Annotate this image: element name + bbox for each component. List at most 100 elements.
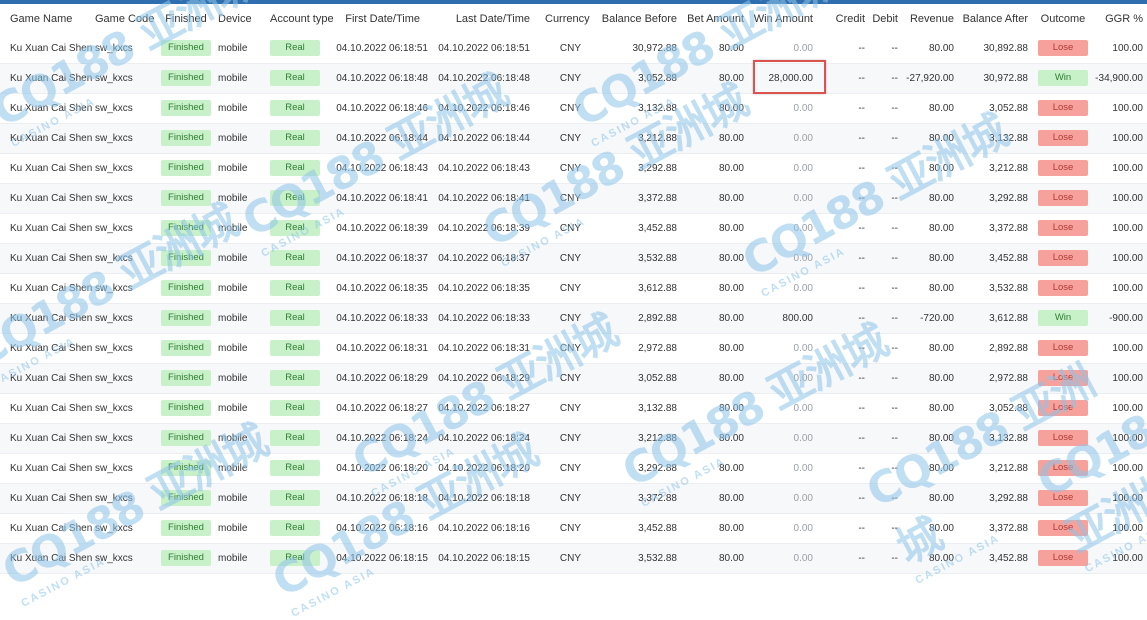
- cell-device: mobile: [218, 124, 258, 154]
- cell-credit: --: [835, 274, 865, 304]
- column-header-ggr[interactable]: GGR %: [1090, 4, 1143, 34]
- cell-game: Ku Xuan Cai Shen: [10, 214, 92, 244]
- cell-credit: --: [835, 124, 865, 154]
- ggr-value: 100.00: [1112, 253, 1143, 264]
- outcome-badge: Lose: [1038, 430, 1088, 447]
- revenue-value: 80.00: [928, 253, 954, 264]
- cell-first: 04.10.2022 06:18:20: [330, 454, 428, 484]
- status-badge: Finished: [161, 490, 211, 507]
- cell-device: mobile: [218, 274, 258, 304]
- table-row[interactable]: Ku Xuan Cai Shen sw_kxcs Finished mobile Rea…: [0, 364, 1147, 394]
- cell-win: 0.00: [750, 214, 813, 244]
- cell-account: Real: [270, 514, 320, 544]
- cell-currency: CNY: [545, 424, 581, 454]
- column-header-game[interactable]: Game Name: [10, 4, 90, 34]
- ggr-value: 100.00: [1112, 133, 1143, 144]
- table-row[interactable]: Ku Xuan Cai Shen sw_kxcs Finished mobile Rea…: [0, 424, 1147, 454]
- status-badge: Finished: [161, 40, 211, 57]
- first-value: 04.10.2022 06:18:18: [336, 493, 428, 504]
- cell-after: 3,452.88: [958, 544, 1028, 574]
- cell-outcome: Lose: [1038, 94, 1088, 124]
- table-row[interactable]: Ku Xuan Cai Shen sw_kxcs Finished mobile Rea…: [0, 334, 1147, 364]
- cell-code: sw_kxcs: [95, 274, 155, 304]
- column-header-bet[interactable]: Bet Amount: [686, 4, 744, 34]
- table-row[interactable]: Ku Xuan Cai Shen sw_kxcs Finished mobile Rea…: [0, 64, 1147, 94]
- column-header-first[interactable]: First Date/Time: [320, 4, 420, 34]
- cell-revenue: 80.00: [900, 454, 954, 484]
- cell-game: Ku Xuan Cai Shen: [10, 424, 92, 454]
- cell-credit: --: [835, 544, 865, 574]
- outcome-badge: Lose: [1038, 100, 1088, 117]
- currency-value: CNY: [559, 553, 581, 564]
- account-badge: Real: [270, 280, 320, 297]
- column-header-code[interactable]: Game Code: [95, 4, 155, 34]
- outcome-badge: Lose: [1038, 370, 1088, 387]
- table-row[interactable]: Ku Xuan Cai Shen sw_kxcs Finished mobile Rea…: [0, 514, 1147, 544]
- table-row[interactable]: Ku Xuan Cai Shen sw_kxcs Finished mobile Rea…: [0, 214, 1147, 244]
- column-header-last[interactable]: Last Date/Time: [435, 4, 530, 34]
- table-row[interactable]: Ku Xuan Cai Shen sw_kxcs Finished mobile Rea…: [0, 184, 1147, 214]
- after-value: 3,212.88: [989, 163, 1028, 174]
- cell-credit: --: [835, 64, 865, 94]
- table-row[interactable]: Ku Xuan Cai Shen sw_kxcs Finished mobile Rea…: [0, 244, 1147, 274]
- game-value: Ku Xuan Cai Shen: [10, 253, 93, 264]
- cell-revenue: 80.00: [900, 394, 954, 424]
- column-header-account[interactable]: Account type: [270, 4, 334, 34]
- cell-first: 04.10.2022 06:18:37: [330, 244, 428, 274]
- cell-last: 04.10.2022 06:18:16: [435, 514, 530, 544]
- table-row[interactable]: Ku Xuan Cai Shen sw_kxcs Finished mobile Rea…: [0, 154, 1147, 184]
- last-value: 04.10.2022 06:18:18: [438, 493, 530, 504]
- table-row[interactable]: Ku Xuan Cai Shen sw_kxcs Finished mobile Rea…: [0, 454, 1147, 484]
- column-header-currency[interactable]: Currency: [545, 4, 590, 34]
- column-header-credit[interactable]: Credit: [835, 4, 865, 34]
- before-value: 3,532.88: [638, 553, 677, 564]
- cell-currency: CNY: [545, 274, 581, 304]
- cell-outcome: Lose: [1038, 514, 1088, 544]
- column-header-revenue[interactable]: Revenue: [900, 4, 954, 34]
- table-row[interactable]: Ku Xuan Cai Shen sw_kxcs Finished mobile Rea…: [0, 484, 1147, 514]
- table-row[interactable]: Ku Xuan Cai Shen sw_kxcs Finished mobile Rea…: [0, 94, 1147, 124]
- cell-win: 0.00: [750, 394, 813, 424]
- cell-last: 04.10.2022 06:18:43: [435, 154, 530, 184]
- first-value: 04.10.2022 06:18:35: [336, 283, 428, 294]
- currency-value: CNY: [559, 193, 581, 204]
- before-value: 30,972.88: [632, 43, 678, 54]
- last-value: 04.10.2022 06:18:15: [438, 553, 530, 564]
- table-row[interactable]: Ku Xuan Cai Shen sw_kxcs Finished mobile Rea…: [0, 394, 1147, 424]
- cell-account: Real: [270, 454, 320, 484]
- cell-code: sw_kxcs: [95, 34, 155, 64]
- table-row[interactable]: Ku Xuan Cai Shen sw_kxcs Finished mobile Rea…: [0, 124, 1147, 154]
- table-row[interactable]: Ku Xuan Cai Shen sw_kxcs Finished mobile Rea…: [0, 34, 1147, 64]
- table-row[interactable]: Ku Xuan Cai Shen sw_kxcs Finished mobile Rea…: [0, 274, 1147, 304]
- cell-before: 3,132.88: [600, 94, 677, 124]
- cell-game: Ku Xuan Cai Shen: [10, 124, 92, 154]
- code-value: sw_kxcs: [95, 433, 133, 444]
- credit-value: --: [858, 373, 865, 384]
- cell-status: Finished: [161, 124, 211, 154]
- cell-after: 3,372.88: [958, 214, 1028, 244]
- column-header-status[interactable]: Finished: [161, 4, 211, 34]
- column-header-device[interactable]: Device: [218, 4, 258, 34]
- column-header-win[interactable]: Win Amount: [750, 4, 813, 34]
- cell-ggr: 100.00: [1090, 244, 1143, 274]
- table-row[interactable]: Ku Xuan Cai Shen sw_kxcs Finished mobile Rea…: [0, 304, 1147, 334]
- first-value: 04.10.2022 06:18:33: [336, 313, 428, 324]
- column-header-outcome[interactable]: Outcome: [1038, 4, 1088, 34]
- cell-account: Real: [270, 544, 320, 574]
- before-value: 3,212.88: [638, 433, 677, 444]
- cell-ggr: 100.00: [1090, 484, 1143, 514]
- cell-code: sw_kxcs: [95, 214, 155, 244]
- column-header-after[interactable]: Balance After: [958, 4, 1028, 34]
- account-badge: Real: [270, 340, 320, 357]
- ggr-value: 100.00: [1112, 403, 1143, 414]
- column-header-debit[interactable]: Debit: [868, 4, 898, 34]
- device-value: mobile: [218, 403, 248, 414]
- cell-bet: 80.00: [686, 484, 744, 514]
- cell-after: 3,292.88: [958, 184, 1028, 214]
- cell-outcome: Win: [1038, 304, 1088, 334]
- cell-after: 30,972.88: [958, 64, 1029, 94]
- table-row[interactable]: Ku Xuan Cai Shen sw_kxcs Finished mobile Rea…: [0, 544, 1147, 574]
- cell-bet: 80.00: [686, 424, 744, 454]
- cell-game: Ku Xuan Cai Shen: [10, 244, 93, 274]
- column-header-before[interactable]: Balance Before: [600, 4, 677, 34]
